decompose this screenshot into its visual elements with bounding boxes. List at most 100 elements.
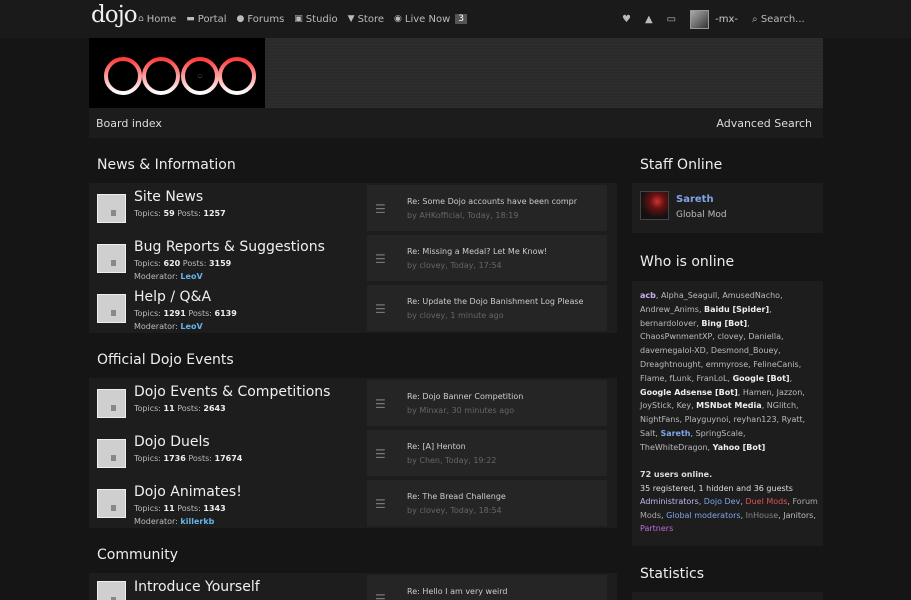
online-user-link[interactable]: Dreaghtnought [640,360,701,369]
online-user-link[interactable]: Daniella [748,332,781,341]
online-user-link[interactable]: davemegalol-XD [640,346,706,355]
online-user-link[interactable]: NGlitch [767,401,796,410]
banner-logo[interactable]: dojo [89,38,265,108]
online-user-link[interactable]: Playguynoi [685,415,729,424]
last-post[interactable]: ☰ Re: Update the Dojo Banishment Log Ple… [367,285,607,331]
online-user-link[interactable]: Baidu [Spider] [704,305,769,314]
forum-icon [97,489,126,518]
online-user-link[interactable]: reyhan123 [733,415,776,424]
moderator-link[interactable]: killerkb [180,517,214,526]
online-user-link[interactable]: TheWhiteDragon [640,443,708,452]
last-post-meta: by clovey, Today, 17:54 [407,261,502,270]
moderator-link[interactable]: LeoV [180,322,202,331]
online-user-link[interactable]: Desmond_Bouey [711,346,778,355]
online-user-link[interactable]: Google Adsense [Bot] [640,388,738,397]
nav-live-now[interactable]: ◉ Live Now 3 [394,14,467,25]
online-user-link[interactable]: JoyStick [640,401,671,410]
last-post-meta: by clovey, 1 minute ago [407,311,504,320]
online-user-link[interactable]: ChaosPwnmentXP [640,332,712,341]
online-user-link[interactable]: fLunk [670,374,692,383]
section-news: Site News Topics: 59 Posts: 1257 ☰ Re: S… [89,183,617,333]
last-post-icon: ☰ [375,447,386,461]
online-user-link[interactable]: Andrew_Anims [640,305,699,314]
online-user-link[interactable]: Alpha_Seagull [661,291,717,300]
online-user-link[interactable]: acb [640,291,656,300]
nav-forums[interactable]: ● Forums [237,14,285,25]
forum-row[interactable]: Bug Reports & Suggestions Topics: 620 Po… [89,233,617,281]
moderator-link[interactable]: LeoV [180,272,202,281]
online-user-link[interactable]: NightFans [640,415,680,424]
online-user-link[interactable]: FelineCanis [753,360,798,369]
site-logo[interactable]: dojo [91,2,138,28]
group-legend-link[interactable]: Administrators [640,497,699,506]
forum-row[interactable]: Introduce Yourself Topics: 2459 Posts: 1… [89,573,617,600]
online-user-link[interactable]: emmyrose [706,360,748,369]
search-button[interactable]: ⌕ Search... [752,14,805,25]
username[interactable]: -mx- [715,14,738,25]
last-post[interactable]: ☰ Re: Hello I am very weird [367,575,607,600]
forum-name[interactable]: Introduce Yourself [134,579,260,595]
forum-icon [97,389,126,418]
forum-name[interactable]: Help / Q&A [134,289,211,305]
forum-name[interactable]: Bug Reports & Suggestions [134,239,325,255]
last-post-icon: ☰ [375,497,386,511]
online-user-link[interactable]: Hamen [743,388,772,397]
online-user-link[interactable]: FranLoL [697,374,728,383]
online-user-link[interactable]: clovey [717,332,743,341]
forum-row[interactable]: Dojo Animates! Topics: 11 Posts: 1343 Mo… [89,478,617,526]
group-legend-link[interactable]: Partners [640,524,673,533]
advanced-search-link[interactable]: Advanced Search [716,117,812,130]
online-user-link[interactable]: Key [677,401,692,410]
online-user-link[interactable]: SpringScale [696,429,743,438]
online-user-link[interactable]: Ryatt [782,415,803,424]
online-user-link[interactable]: bernardolover [640,319,696,328]
online-user-link[interactable]: Sareth [660,429,690,438]
online-user-link[interactable]: Flame [640,374,664,383]
online-user-link[interactable]: Bing [Bot] [701,319,747,328]
avatar[interactable] [690,9,710,29]
eye-icon: ◉ [394,14,402,24]
inbox-icon[interactable]: ▭ [667,14,676,25]
last-post-title[interactable]: Re: Dojo Banner Competition [407,392,589,401]
group-legend-link[interactable]: Janitors [783,511,813,520]
nav-portal[interactable]: ▬ Portal [186,14,226,25]
last-post[interactable]: ☰ Re: Some Dojo accounts have been compr… [367,185,607,231]
forum-name[interactable]: Dojo Animates! [134,484,242,500]
last-post-title[interactable]: Re: The Bread Challenge [407,492,589,501]
last-post-title[interactable]: Re: Update the Dojo Banishment Log Pleas… [407,297,589,306]
last-post[interactable]: ☰ Re: Missing a Medal? Let Me Know! by c… [367,235,607,281]
staff-name[interactable]: Sareth [676,194,714,205]
online-user-link[interactable]: Google [Bot] [733,374,790,383]
online-user-link[interactable]: MSNbot Media [696,401,762,410]
last-post-title[interactable]: Re: Hello I am very weird [407,587,589,596]
last-post-title[interactable]: Re: Some Dojo accounts have been compr [407,197,589,206]
online-user-link[interactable]: Salt [640,429,655,438]
forum-row[interactable]: Site News Topics: 59 Posts: 1257 ☰ Re: S… [89,183,617,231]
nav-studio[interactable]: ▣ Studio [294,14,337,25]
group-legend-link[interactable]: Global moderators [666,511,740,520]
board-index-link[interactable]: Board index [96,117,162,130]
bell-icon[interactable]: ▲ [645,14,653,25]
forum-name[interactable]: Site News [134,189,203,205]
group-legend-link[interactable]: Duel Mods [745,497,787,506]
forum-name[interactable]: Dojo Events & Competitions [134,384,330,400]
forum-row[interactable]: Dojo Duels Topics: 1736 Posts: 17674 ☰ R… [89,428,617,476]
last-post-title[interactable]: Re: Missing a Medal? Let Me Know! [407,247,589,256]
forum-row[interactable]: Help / Q&A Topics: 1291 Posts: 6139 Mode… [89,283,617,331]
last-post[interactable]: ☰ Re: Dojo Banner Competition by Minxar,… [367,380,607,426]
group-legend-link[interactable]: Dojo Dev [704,497,741,506]
who-is-online-box: acb, Alpha_Seagull, AmusedNacho, Andrew_… [632,281,823,546]
online-user-link[interactable]: Yahoo [Bot] [713,443,766,452]
last-post-title[interactable]: Re: [A] Henton [407,442,589,451]
nav-store[interactable]: ▼ Store [348,14,384,25]
last-post[interactable]: ☰ Re: [A] Henton by Chen, Today, 19:22 [367,430,607,476]
group-legend-link[interactable]: InHouse [746,511,779,520]
nav-home[interactable]: ⌂ Home [138,14,176,25]
online-user-link[interactable]: Jazzon [777,388,803,397]
last-post[interactable]: ☰ Re: The Bread Challenge by clovey, Tod… [367,480,607,526]
online-user-link[interactable]: AmusedNacho [722,291,780,300]
forum-row[interactable]: Dojo Events & Competitions Topics: 11 Po… [89,378,617,426]
heart-icon[interactable]: ♥ [622,14,631,25]
avatar[interactable] [640,191,669,220]
forum-name[interactable]: Dojo Duels [134,434,210,450]
